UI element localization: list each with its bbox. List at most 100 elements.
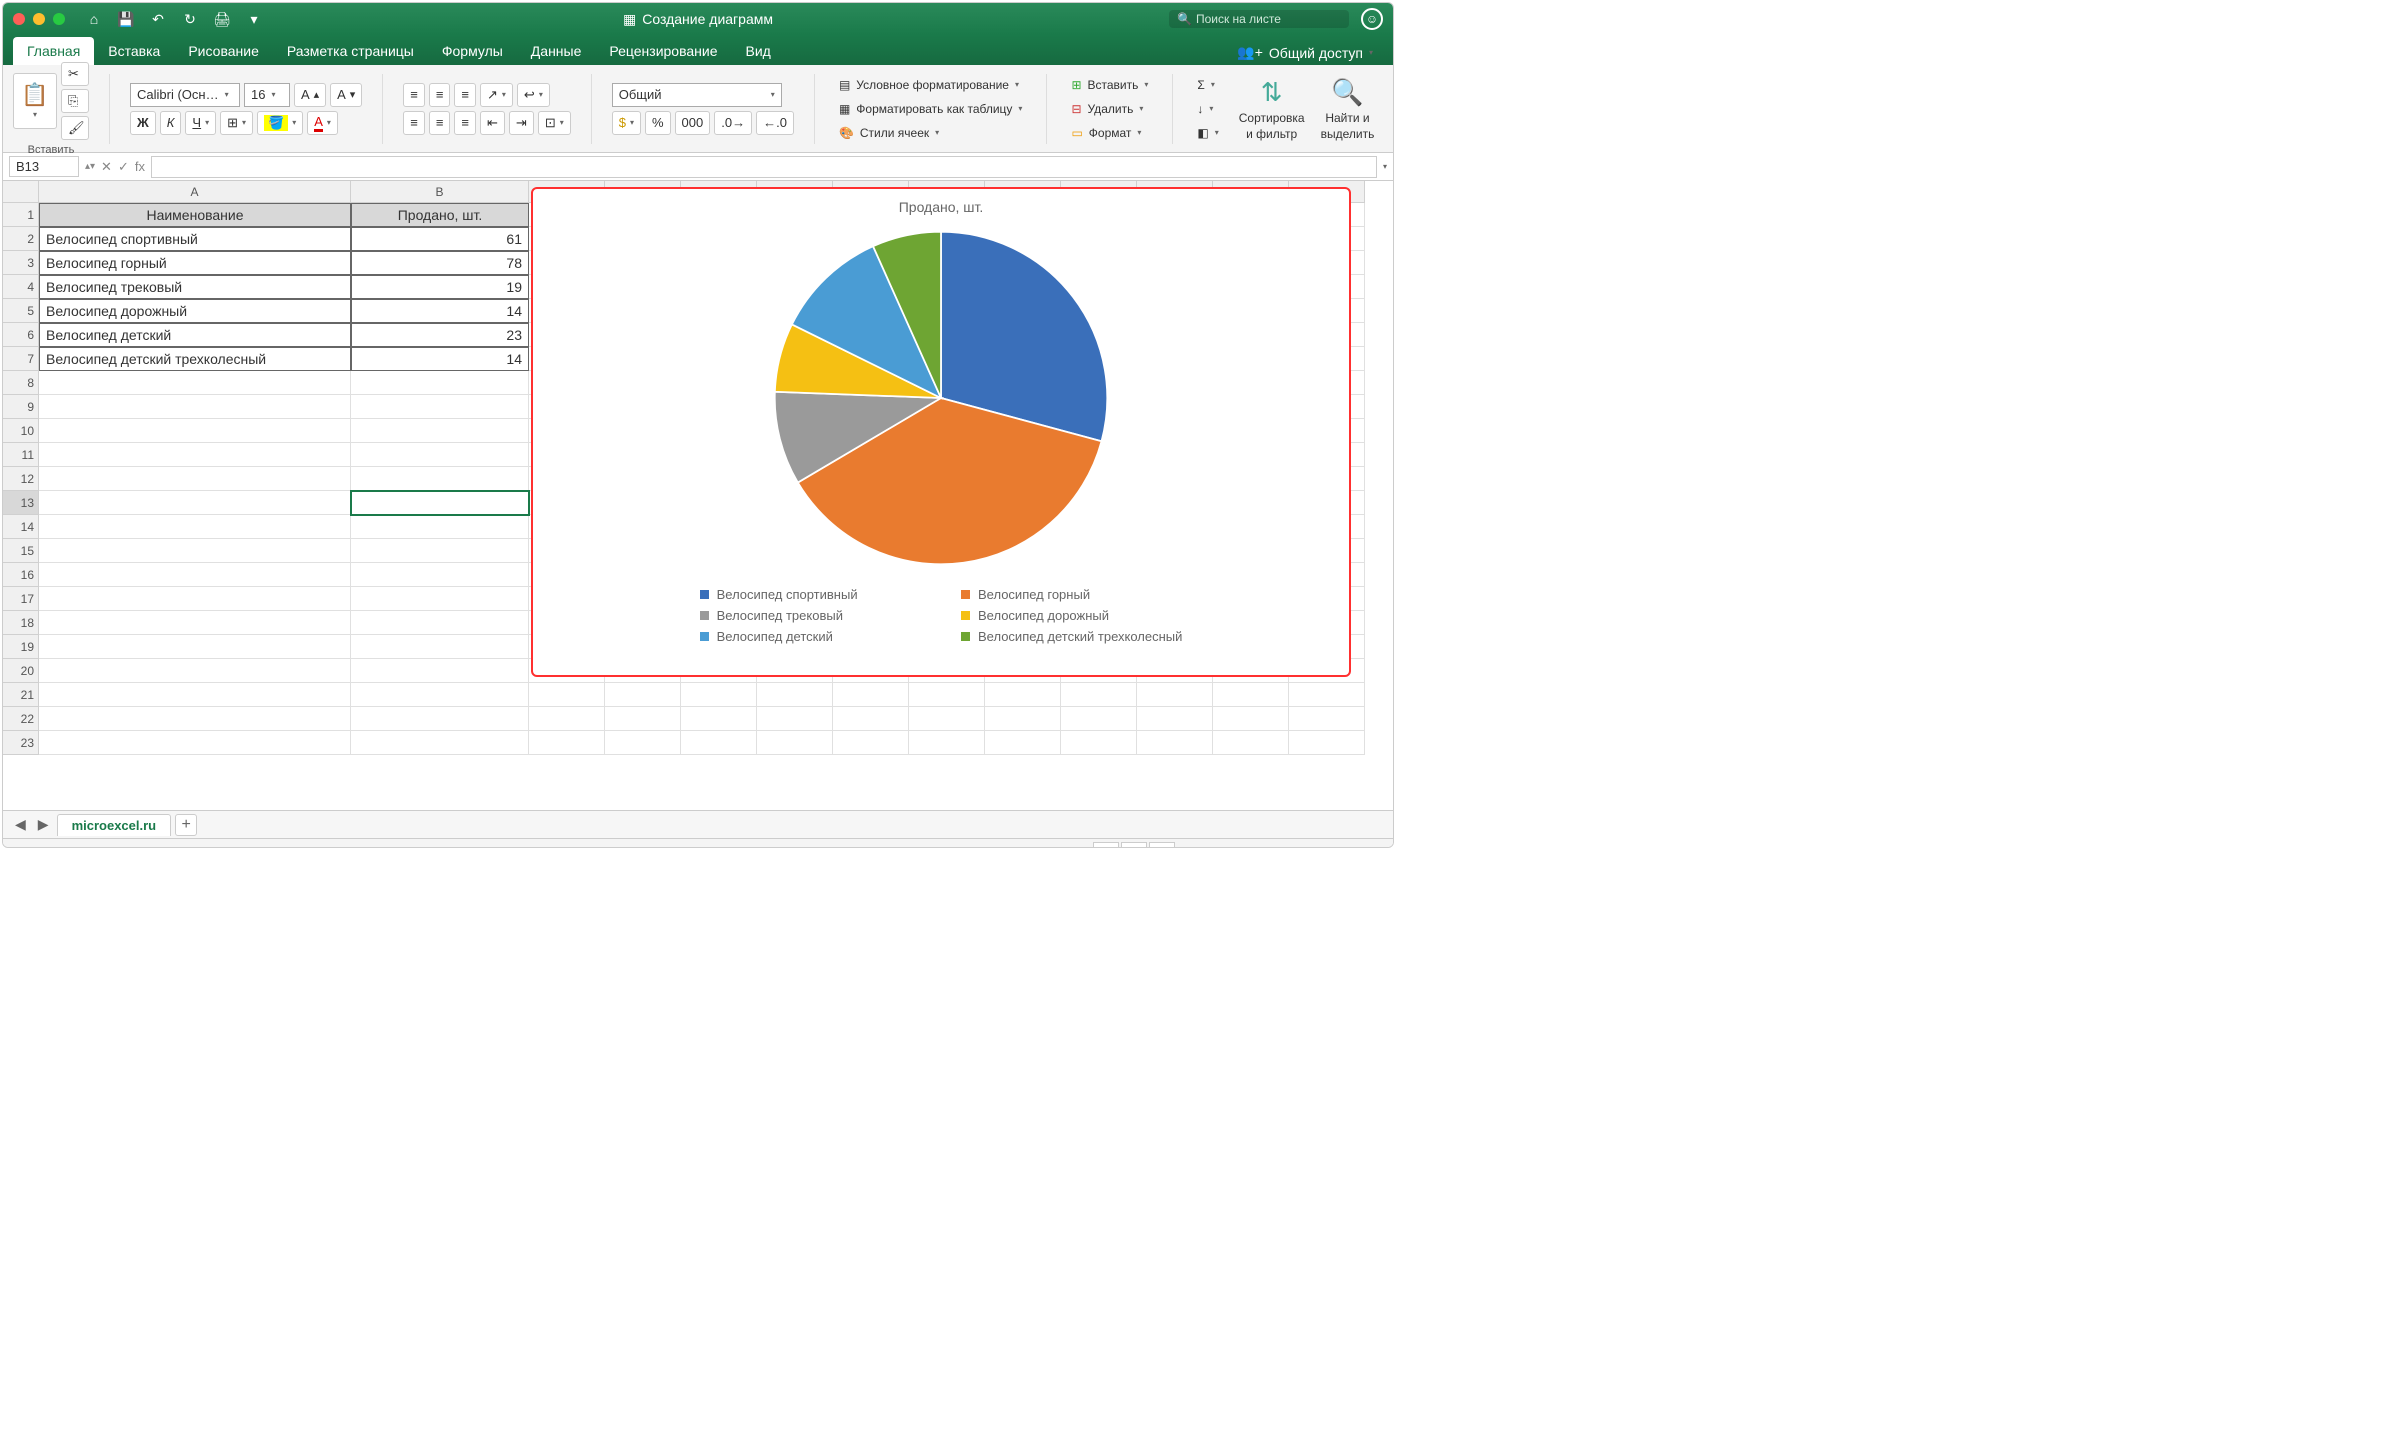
cell[interactable]: [909, 731, 985, 755]
cell[interactable]: [529, 683, 605, 707]
paste-button[interactable]: 📋 ▾: [13, 73, 57, 129]
increase-decimal-button[interactable]: .0→: [714, 111, 752, 135]
view-normal-button[interactable]: ▦: [1093, 842, 1119, 849]
cell[interactable]: [351, 587, 529, 611]
row-header[interactable]: 3: [3, 251, 39, 275]
fx-icon[interactable]: fx: [135, 159, 145, 175]
bold-button[interactable]: Ж: [130, 111, 156, 135]
cell[interactable]: [1137, 683, 1213, 707]
align-bottom-button[interactable]: ≡: [454, 83, 476, 107]
cell[interactable]: Велосипед детский трехколесный: [39, 347, 351, 371]
cell[interactable]: [351, 467, 529, 491]
cell[interactable]: 61: [351, 227, 529, 251]
find-select-button[interactable]: 🔍 Найти и выделить: [1321, 77, 1375, 141]
fill-button[interactable]: ↓▾: [1193, 98, 1222, 120]
comma-button[interactable]: 000: [675, 111, 711, 135]
align-middle-button[interactable]: ≡: [429, 83, 451, 107]
cell[interactable]: [351, 731, 529, 755]
cell[interactable]: [1289, 683, 1365, 707]
cell[interactable]: [351, 659, 529, 683]
cell[interactable]: [39, 731, 351, 755]
row-header[interactable]: 2: [3, 227, 39, 251]
confirm-formula-icon[interactable]: ✓: [118, 159, 129, 175]
column-header[interactable]: B: [351, 181, 529, 203]
tab-draw[interactable]: Рисование: [174, 37, 273, 65]
decrease-decimal-button[interactable]: ←.0: [756, 111, 794, 135]
window-minimize-button[interactable]: [33, 13, 45, 25]
font-size-combo[interactable]: 16 ▾: [244, 83, 290, 107]
cell[interactable]: [351, 371, 529, 395]
row-header[interactable]: 17: [3, 587, 39, 611]
redo-icon[interactable]: ↻: [181, 10, 199, 28]
cell[interactable]: 14: [351, 299, 529, 323]
tab-review[interactable]: Рецензирование: [595, 37, 731, 65]
spreadsheet-grid[interactable]: 1234567891011121314151617181920212223ABC…: [3, 181, 1393, 810]
sheet-prev-button[interactable]: ◀: [11, 816, 30, 833]
sheet-search-input[interactable]: 🔍 Поиск на листе: [1169, 10, 1349, 28]
row-header[interactable]: 10: [3, 419, 39, 443]
cell[interactable]: [351, 515, 529, 539]
zoom-level[interactable]: 100 %: [1349, 845, 1383, 849]
cell[interactable]: [1137, 707, 1213, 731]
cell[interactable]: [833, 683, 909, 707]
row-header[interactable]: 20: [3, 659, 39, 683]
row-header[interactable]: 8: [3, 371, 39, 395]
cell-styles-button[interactable]: 🎨 Стили ячеек ▾: [835, 122, 1027, 144]
align-left-button[interactable]: ≡: [403, 111, 425, 135]
pie-chart[interactable]: Продано, шт. Велосипед спортивныйВелосип…: [531, 187, 1351, 677]
cell[interactable]: Продано, шт.: [351, 203, 529, 227]
cell[interactable]: [351, 611, 529, 635]
tab-page-layout[interactable]: Разметка страницы: [273, 37, 428, 65]
cell[interactable]: [39, 659, 351, 683]
cell[interactable]: Велосипед дорожный: [39, 299, 351, 323]
home-icon[interactable]: ⌂: [85, 10, 103, 28]
column-header[interactable]: A: [39, 181, 351, 203]
cell[interactable]: [1213, 707, 1289, 731]
cell[interactable]: [351, 563, 529, 587]
cell[interactable]: [1061, 683, 1137, 707]
align-center-button[interactable]: ≡: [429, 111, 451, 135]
window-close-button[interactable]: [13, 13, 25, 25]
borders-button[interactable]: ⊞▾: [220, 111, 253, 135]
cell[interactable]: [351, 443, 529, 467]
font-name-combo[interactable]: Calibri (Осн… ▾: [130, 83, 240, 107]
merge-button[interactable]: ⊡▾: [538, 111, 571, 135]
cell[interactable]: [909, 707, 985, 731]
cell[interactable]: [39, 419, 351, 443]
cell[interactable]: [351, 683, 529, 707]
cell[interactable]: [1061, 731, 1137, 755]
row-header[interactable]: 16: [3, 563, 39, 587]
cell[interactable]: [351, 395, 529, 419]
delete-cells-button[interactable]: ⊟ Удалить ▾: [1067, 98, 1152, 120]
decrease-font-button[interactable]: A▾: [330, 83, 362, 107]
sheet-tab[interactable]: microexcel.ru: [57, 814, 172, 836]
increase-indent-button[interactable]: ⇥: [509, 111, 534, 135]
expand-formula-icon[interactable]: ▾: [1383, 162, 1387, 171]
font-color-button[interactable]: A▾: [307, 111, 338, 135]
zoom-in-button[interactable]: +: [1332, 845, 1339, 849]
cell[interactable]: [1213, 683, 1289, 707]
row-header[interactable]: 7: [3, 347, 39, 371]
qat-customize-icon[interactable]: ▾: [245, 10, 263, 28]
row-header[interactable]: 18: [3, 611, 39, 635]
cell[interactable]: [757, 683, 833, 707]
add-sheet-button[interactable]: +: [175, 814, 197, 836]
row-header[interactable]: 14: [3, 515, 39, 539]
cell[interactable]: [757, 707, 833, 731]
view-page-layout-button[interactable]: ▥: [1121, 842, 1147, 849]
clear-button[interactable]: ◧▾: [1193, 122, 1222, 144]
cell[interactable]: [529, 731, 605, 755]
cell[interactable]: [39, 563, 351, 587]
cell[interactable]: [529, 707, 605, 731]
cell[interactable]: [39, 443, 351, 467]
row-header[interactable]: 11: [3, 443, 39, 467]
cell[interactable]: [681, 707, 757, 731]
cell[interactable]: [39, 707, 351, 731]
cell[interactable]: 23: [351, 323, 529, 347]
orientation-button[interactable]: ↗▾: [480, 83, 513, 107]
cell[interactable]: [1137, 731, 1213, 755]
cell[interactable]: [39, 611, 351, 635]
tab-formulas[interactable]: Формулы: [428, 37, 517, 65]
fill-color-button[interactable]: 🪣▾: [257, 111, 303, 135]
cell[interactable]: [605, 731, 681, 755]
